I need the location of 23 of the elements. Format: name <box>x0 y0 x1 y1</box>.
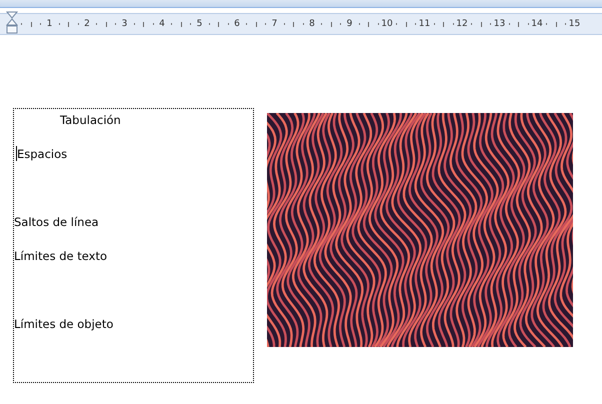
text-line: Límites de objeto <box>14 317 114 331</box>
ruler-number: 14 <box>530 20 544 28</box>
text-line: Tabulación <box>60 113 121 127</box>
text-cursor <box>16 146 17 161</box>
ruler-number: 2 <box>83 20 91 28</box>
ruler-number: 13 <box>492 20 506 28</box>
ruler-number: 10 <box>380 20 394 28</box>
ruler-number: 12 <box>455 20 469 28</box>
ruler-number: 1 <box>46 20 54 28</box>
indent-marker-icon[interactable] <box>6 11 18 35</box>
ruler-number: 3 <box>120 20 128 28</box>
text-box[interactable]: Tabulación Espacios Saltos de línea Límites de texto Límites de objeto <box>13 108 254 383</box>
text-line: Saltos de línea <box>14 215 99 229</box>
ruler-number: 8 <box>308 20 316 28</box>
text-line: Espacios <box>17 146 68 162</box>
ruler-number: 11 <box>418 20 432 28</box>
ruler-number: 15 <box>568 20 582 28</box>
ruler-number: 9 <box>346 20 354 28</box>
text-line: Límites de texto <box>14 249 107 263</box>
ruler-number: 6 <box>233 20 241 28</box>
ruler-number: 4 <box>158 20 166 28</box>
ruler-number: 7 <box>270 20 278 28</box>
ruler-number: 5 <box>196 20 204 28</box>
